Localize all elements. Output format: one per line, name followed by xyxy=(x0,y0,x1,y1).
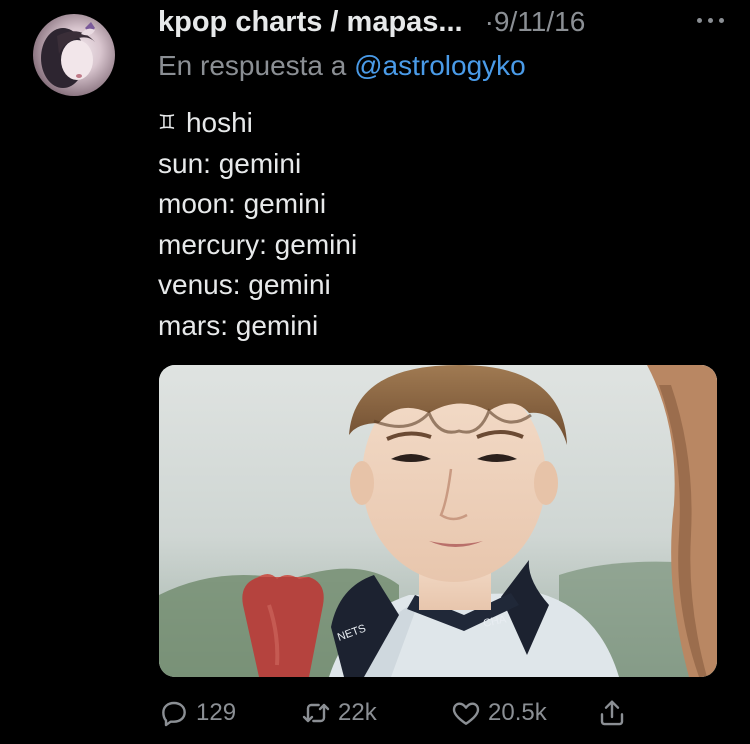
gemini-glyph: ♊ xyxy=(158,110,176,134)
tweet-actions: 129 22k 20.5k xyxy=(158,693,638,733)
reply-context: En respuesta a @astrologyko xyxy=(158,50,526,82)
reply-count: 129 xyxy=(196,699,237,726)
reply-prefix: En respuesta a xyxy=(158,50,347,81)
retweet-icon xyxy=(302,703,330,723)
tweet-photo[interactable]: NETS CHA xyxy=(159,365,717,677)
tweet-line: mercury: gemini xyxy=(158,228,358,260)
reply-button[interactable]: 129 xyxy=(158,693,236,733)
avatar[interactable] xyxy=(33,14,115,96)
like-button[interactable]: 20.5k xyxy=(450,693,547,733)
reply-mention-link[interactable]: @astrologyko xyxy=(354,50,526,81)
share-button[interactable] xyxy=(596,693,634,733)
retweet-count: 22k xyxy=(338,699,377,726)
tweet-line: moon: gemini xyxy=(158,188,327,220)
heart-icon xyxy=(452,702,480,725)
tweet-date[interactable]: ·9/11/16 xyxy=(485,6,586,38)
tweet-line: mars: gemini xyxy=(158,309,319,341)
avatar-image xyxy=(41,22,95,88)
retweet-button[interactable]: 22k xyxy=(300,693,377,733)
share-icon xyxy=(600,700,624,726)
like-count: 20.5k xyxy=(488,699,547,726)
tweet-line: venus: gemini xyxy=(158,269,331,301)
photo-image: NETS CHA xyxy=(159,365,717,677)
display-name[interactable]: kpop charts / mapas... xyxy=(158,6,463,39)
tweet-line: sun: gemini xyxy=(158,147,302,179)
tweet-line: ♊ hoshi xyxy=(158,107,253,138)
reply-icon xyxy=(162,701,186,727)
tweet-text: ♊ hoshi sun: gemini moon: gemini mercury:… xyxy=(158,102,357,347)
tweet-header: kpop charts / mapas... ·9/11/16 xyxy=(158,4,730,40)
more-options-icon[interactable] xyxy=(694,10,730,34)
